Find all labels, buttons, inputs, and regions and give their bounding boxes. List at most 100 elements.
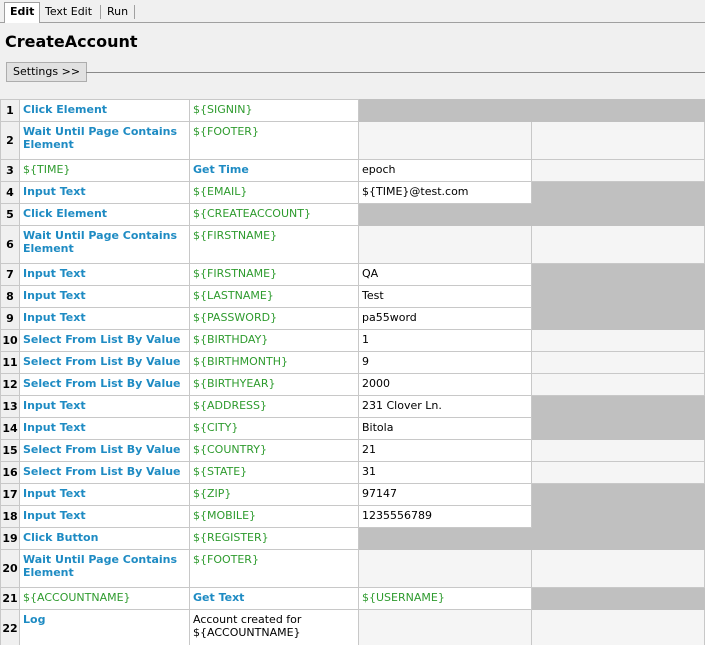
cell-keyword[interactable]: Input Text	[19, 483, 190, 506]
cell-arg1[interactable]: ${ADDRESS}	[189, 395, 359, 418]
cell-arg3[interactable]	[531, 505, 705, 528]
cell-keyword[interactable]: Input Text	[19, 505, 190, 528]
row-number[interactable]: 18	[0, 505, 20, 528]
cell-keyword[interactable]: Select From List By Value	[19, 461, 190, 484]
cell-arg3[interactable]	[531, 307, 705, 330]
cell-keyword[interactable]: Input Text	[19, 395, 190, 418]
row-number[interactable]: 5	[0, 203, 20, 226]
cell-arg3[interactable]	[531, 417, 705, 440]
settings-button[interactable]: Settings >>	[6, 62, 88, 82]
row-number[interactable]: 19	[0, 527, 20, 550]
cell-arg3[interactable]	[531, 159, 705, 182]
row-number[interactable]: 20	[0, 549, 20, 588]
cell-keyword[interactable]: ${ACCOUNTNAME}	[19, 587, 190, 610]
cell-arg3[interactable]	[531, 263, 705, 286]
cell-arg3[interactable]	[531, 329, 705, 352]
cell-keyword[interactable]: Log	[19, 609, 190, 645]
cell-arg3[interactable]	[531, 483, 705, 506]
cell-arg2[interactable]: Test	[358, 285, 532, 308]
row-number[interactable]: 4	[0, 181, 20, 204]
cell-arg2[interactable]: 31	[358, 461, 532, 484]
cell-arg3[interactable]	[531, 461, 705, 484]
cell-arg3[interactable]	[531, 395, 705, 418]
row-number[interactable]: 7	[0, 263, 20, 286]
cell-arg3[interactable]	[531, 439, 705, 462]
cell-keyword[interactable]: ${TIME}	[19, 159, 190, 182]
cell-arg1[interactable]: ${LASTNAME}	[189, 285, 359, 308]
cell-arg3[interactable]	[531, 285, 705, 308]
row-number[interactable]: 21	[0, 587, 20, 610]
cell-keyword[interactable]: Wait Until Page Contains Element	[19, 121, 190, 160]
cell-arg1[interactable]: ${SIGNIN}	[189, 99, 359, 122]
cell-arg2[interactable]	[358, 609, 532, 645]
cell-keyword[interactable]: Wait Until Page Contains Element	[19, 225, 190, 264]
cell-arg2[interactable]: 97147	[358, 483, 532, 506]
cell-arg2[interactable]: epoch	[358, 159, 532, 182]
cell-arg1[interactable]: ${STATE}	[189, 461, 359, 484]
cell-arg2[interactable]: 9	[358, 351, 532, 374]
tab-text-edit[interactable]: Text Edit	[40, 3, 97, 21]
cell-arg3[interactable]	[531, 549, 705, 588]
cell-arg2[interactable]: Bitola	[358, 417, 532, 440]
cell-arg1[interactable]: ${MOBILE}	[189, 505, 359, 528]
cell-arg1[interactable]: ${FOOTER}	[189, 121, 359, 160]
cell-arg1[interactable]: ${FOOTER}	[189, 549, 359, 588]
cell-arg3[interactable]	[531, 587, 705, 610]
cell-keyword[interactable]: Select From List By Value	[19, 439, 190, 462]
cell-arg1[interactable]: ${FIRSTNAME}	[189, 263, 359, 286]
row-number[interactable]: 13	[0, 395, 20, 418]
cell-keyword[interactable]: Select From List By Value	[19, 373, 190, 396]
cell-arg3[interactable]	[531, 609, 705, 645]
cell-arg1[interactable]: Get Time	[189, 159, 359, 182]
cell-arg3[interactable]	[531, 121, 705, 160]
cell-arg3[interactable]	[531, 351, 705, 374]
cell-keyword[interactable]: Input Text	[19, 263, 190, 286]
cell-keyword[interactable]: Select From List By Value	[19, 329, 190, 352]
row-number[interactable]: 14	[0, 417, 20, 440]
cell-arg1[interactable]: Get Text	[189, 587, 359, 610]
cell-arg2[interactable]: 231 Clover Ln.	[358, 395, 532, 418]
cell-arg1[interactable]: ${COUNTRY}	[189, 439, 359, 462]
cell-keyword[interactable]: Click Element	[19, 203, 190, 226]
cell-arg1[interactable]: ${ZIP}	[189, 483, 359, 506]
cell-keyword[interactable]: Click Element	[19, 99, 190, 122]
cell-keyword[interactable]: Select From List By Value	[19, 351, 190, 374]
cell-arg1[interactable]: ${CITY}	[189, 417, 359, 440]
cell-arg2[interactable]: pa55word	[358, 307, 532, 330]
row-number[interactable]: 17	[0, 483, 20, 506]
cell-arg2[interactable]: ${TIME}@test.com	[358, 181, 532, 204]
cell-arg2[interactable]	[358, 549, 532, 588]
cell-arg2[interactable]: 1	[358, 329, 532, 352]
cell-keyword[interactable]: Input Text	[19, 181, 190, 204]
row-number[interactable]: 12	[0, 373, 20, 396]
row-number[interactable]: 6	[0, 225, 20, 264]
cell-arg1[interactable]: ${BIRTHYEAR}	[189, 373, 359, 396]
row-number[interactable]: 1	[0, 99, 20, 122]
cell-keyword[interactable]: Input Text	[19, 285, 190, 308]
row-number[interactable]: 15	[0, 439, 20, 462]
cell-arg2[interactable]	[358, 225, 532, 264]
cell-empty[interactable]	[358, 527, 705, 550]
cell-arg2[interactable]: 1235556789	[358, 505, 532, 528]
tab-run[interactable]: Run	[102, 3, 133, 21]
cell-keyword[interactable]: Wait Until Page Contains Element	[19, 549, 190, 588]
cell-keyword[interactable]: Click Button	[19, 527, 190, 550]
cell-arg2[interactable]: 2000	[358, 373, 532, 396]
row-number[interactable]: 3	[0, 159, 20, 182]
cell-arg1[interactable]: ${FIRSTNAME}	[189, 225, 359, 264]
row-number[interactable]: 9	[0, 307, 20, 330]
row-number[interactable]: 10	[0, 329, 20, 352]
cell-arg2[interactable]: 21	[358, 439, 532, 462]
cell-arg3[interactable]	[531, 373, 705, 396]
tab-edit[interactable]: Edit	[4, 2, 41, 23]
cell-arg1[interactable]: ${PASSWORD}	[189, 307, 359, 330]
cell-arg1[interactable]: Account created for ${ACCOUNTNAME}	[189, 609, 359, 645]
cell-arg1[interactable]: ${EMAIL}	[189, 181, 359, 204]
cell-arg2[interactable]	[358, 121, 532, 160]
cell-arg1[interactable]: ${REGISTER}	[189, 527, 359, 550]
cell-keyword[interactable]: Input Text	[19, 417, 190, 440]
cell-arg1[interactable]: ${BIRTHMONTH}	[189, 351, 359, 374]
cell-arg3[interactable]	[531, 181, 705, 204]
cell-keyword[interactable]: Input Text	[19, 307, 190, 330]
row-number[interactable]: 16	[0, 461, 20, 484]
